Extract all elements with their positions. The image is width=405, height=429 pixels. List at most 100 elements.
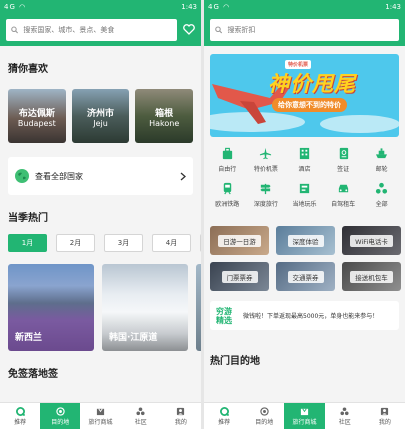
month-tab-3[interactable]: 3月	[104, 234, 143, 252]
category-hotel[interactable]: 酒店	[285, 147, 324, 173]
search-icon	[11, 26, 19, 33]
category-cruise[interactable]: 邮轮	[362, 147, 401, 173]
search-input[interactable]	[23, 25, 172, 34]
status-time: 1:43	[385, 2, 401, 11]
promo-banner[interactable]: 特价机票 神价甩尾 给你意想不到的特价	[210, 54, 399, 137]
tile-label: 日游一日游	[218, 234, 261, 247]
tab-label: 目的地	[51, 418, 70, 426]
heart-icon[interactable]	[183, 24, 195, 35]
target-icon	[56, 406, 65, 416]
destination-screen: 4G ◠ 1:43 猜你喜欢 布达佩斯 Budapest 济州市 Jeju 箱根…	[0, 0, 201, 429]
tab-destination[interactable]: 目的地	[244, 403, 284, 429]
hot-title: 热门目的地	[210, 356, 260, 367]
plane-icon	[260, 147, 272, 160]
community-icon	[136, 406, 145, 415]
category-label: 自驾租车	[331, 201, 356, 208]
tile-label: WiFi电话卡	[350, 234, 393, 247]
recommend-icon	[219, 406, 229, 416]
luggage-icon	[222, 147, 232, 160]
category-car-rental[interactable]: 自驾租车	[324, 182, 363, 208]
category-local-fun[interactable]: 当地玩乐	[285, 182, 324, 208]
month-tab-2[interactable]: 2月	[56, 234, 95, 252]
tile-day-tour[interactable]: 日游一日游	[210, 226, 269, 255]
city-card-hakone[interactable]: 箱根 Hakone	[135, 89, 194, 143]
status-bar: 4G ◠ 1:43	[204, 0, 405, 13]
destination-label: 韩国·江原道	[109, 333, 158, 343]
tile-label: 接送机包车	[350, 270, 393, 283]
destination-card-gangwon[interactable]: 韩国·江原道	[102, 264, 188, 351]
banner-title: 神价甩尾	[268, 72, 356, 96]
tile-label: 门票票券	[221, 270, 258, 283]
month-tabs: 1月 2月 3月 4月 5	[0, 234, 201, 252]
search-box[interactable]	[210, 18, 399, 41]
tab-label: 旅行商城	[292, 418, 317, 426]
category-label: 当地玩乐	[292, 201, 317, 208]
globe-icon	[15, 169, 29, 183]
view-all-countries[interactable]: 查看全部国家	[8, 157, 193, 195]
tile-label: 交通票券	[287, 270, 324, 283]
category-label: 深度旅行	[253, 201, 278, 208]
tile-transport[interactable]: 交通票券	[276, 262, 335, 291]
carrier-indicator: 4G ◠	[4, 2, 27, 11]
mall-icon	[96, 408, 105, 415]
tab-community[interactable]: 社区	[325, 403, 365, 429]
city-card-jeju[interactable]: 济州市 Jeju	[71, 89, 130, 143]
category-free-travel[interactable]: 自由行	[208, 147, 247, 173]
status-time: 1:43	[181, 2, 197, 11]
tab-destination[interactable]: 目的地	[40, 403, 81, 429]
category-label: 全部	[375, 201, 388, 208]
city-name: 箱根	[155, 109, 174, 119]
month-tab-4[interactable]: 4月	[152, 234, 191, 252]
product-tiles: 日游一日游 深度体验 WiFi电话卡 门票票券 交通票券 接送机包车	[204, 226, 405, 291]
tab-mall[interactable]: 旅行商城	[80, 403, 120, 429]
view-all-label: 查看全部国家	[35, 171, 83, 181]
tile-tickets[interactable]: 门票票券	[210, 262, 269, 291]
user-icon	[177, 407, 185, 415]
category-rail[interactable]: 欧洲铁路	[208, 182, 247, 208]
tab-recommend[interactable]: 推荐	[0, 403, 40, 429]
ticket-icon	[299, 183, 310, 194]
category-deep-travel[interactable]: 深度旅行	[247, 182, 286, 208]
city-name-en: Budapest	[17, 119, 56, 128]
community-icon	[340, 406, 349, 415]
city-card-budapest[interactable]: 布达佩斯 Budapest	[8, 89, 66, 143]
grid-icon	[376, 182, 388, 194]
tab-label: 推荐	[218, 418, 231, 426]
carrier-indicator: 4G ◠	[208, 2, 231, 11]
tab-recommend[interactable]: 推荐	[204, 403, 244, 429]
category-flights[interactable]: 特价机票	[247, 147, 286, 173]
tab-label: 社区	[134, 418, 147, 426]
tab-label: 推荐	[14, 418, 27, 426]
destination-card-new-zealand[interactable]: 新西兰	[8, 264, 94, 351]
search-box[interactable]	[6, 18, 177, 41]
category-all[interactable]: 全部	[362, 182, 401, 208]
tile-transfer[interactable]: 接送机包车	[342, 262, 401, 291]
category-grid: 自由行 特价机票 酒店 签证 邮轮 欧洲铁路 深度旅行 当地玩乐 自驾租车 全部	[204, 147, 405, 208]
destination-list: 新西兰 韩国·江原道	[0, 264, 201, 351]
season-title: 当季热门	[8, 213, 48, 224]
promo-strip[interactable]: 穷游精选 微钱啦！下单返现最高5000元，单身也能来参与！	[210, 301, 399, 330]
search-input[interactable]	[227, 25, 394, 34]
tab-label: 目的地	[255, 418, 274, 426]
bottom-tab-bar: 推荐 目的地 旅行商城 社区 我的	[0, 402, 201, 429]
bottom-tab-bar: 推荐 目的地 旅行商城 社区 我的	[204, 402, 405, 429]
tab-label: 我的	[174, 418, 187, 426]
passport-icon	[339, 147, 348, 160]
city-list: 布达佩斯 Budapest 济州市 Jeju 箱根 Hakone	[0, 89, 201, 143]
tile-wifi-card[interactable]: WiFi电话卡	[342, 226, 401, 255]
tab-me[interactable]: 我的	[365, 403, 405, 429]
month-tab-1[interactable]: 1月	[8, 234, 47, 252]
category-label: 自由行	[218, 166, 237, 173]
tab-me[interactable]: 我的	[161, 403, 201, 429]
tile-deep-experience[interactable]: 深度体验	[276, 226, 335, 255]
header	[204, 13, 405, 46]
tab-community[interactable]: 社区	[121, 403, 161, 429]
city-name-en: Hakone	[149, 119, 180, 128]
user-icon	[381, 407, 389, 415]
car-icon	[338, 184, 348, 193]
category-visa[interactable]: 签证	[324, 147, 363, 173]
category-label: 欧洲铁路	[215, 201, 240, 208]
tab-label: 社区	[338, 418, 351, 426]
tile-label: 深度体验	[287, 234, 324, 247]
tab-mall[interactable]: 旅行商城	[284, 403, 325, 429]
